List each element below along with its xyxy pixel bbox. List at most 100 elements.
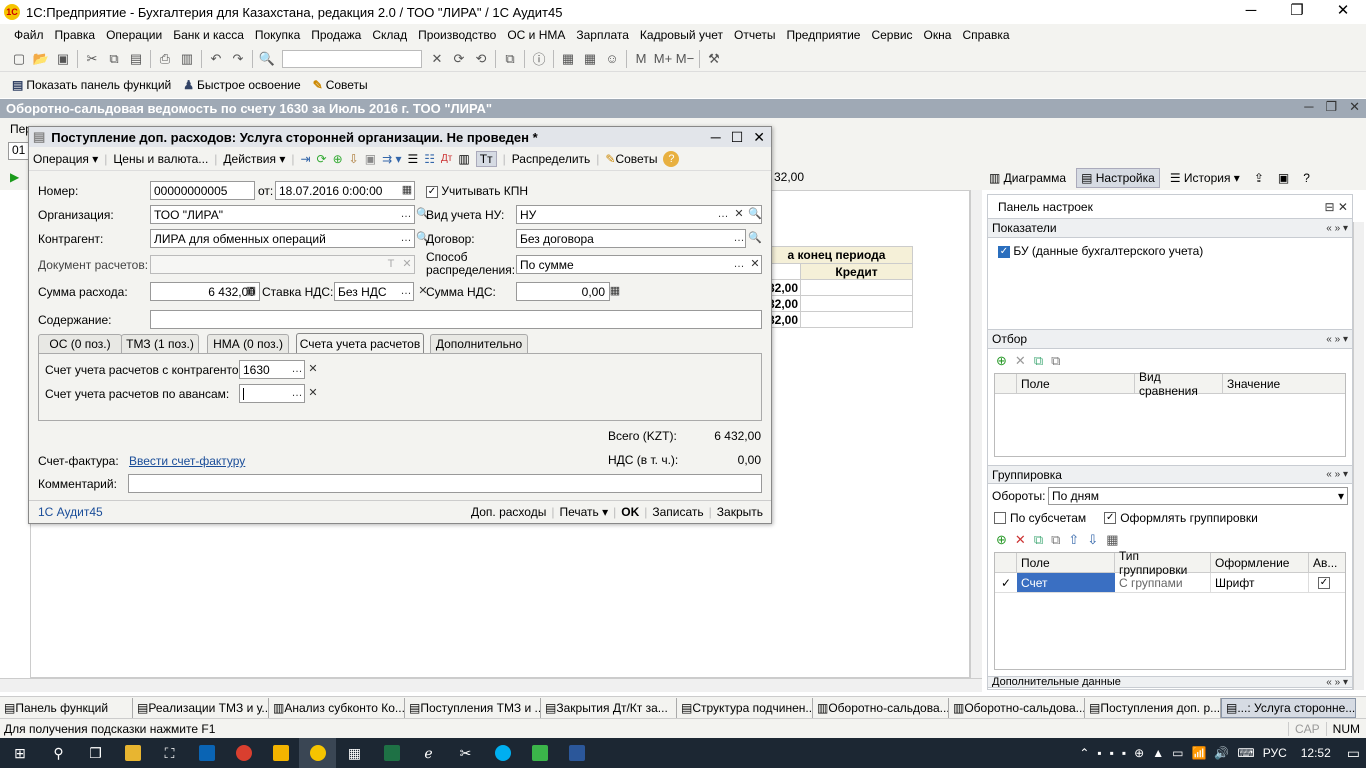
menu-hr[interactable]: Кадровый учет	[640, 28, 723, 42]
skype-icon[interactable]	[484, 738, 521, 768]
report-hscroll[interactable]	[0, 678, 982, 692]
grp-row-field[interactable]: Счет	[1017, 573, 1115, 592]
contract-field[interactable]: Без договора	[516, 229, 746, 248]
vat-sum-field[interactable]: 0,00	[516, 282, 610, 301]
tray-drive-icon[interactable]: ▲	[1152, 746, 1164, 760]
paste-icon[interactable]: ▤	[125, 48, 147, 70]
chrome-icon[interactable]	[225, 738, 262, 768]
save-report-icon[interactable]: ▣	[1274, 169, 1293, 187]
clock[interactable]: 12:52	[1301, 746, 1331, 760]
window-tab[interactable]: ▥ Оборотно-сальдова...	[949, 697, 1085, 718]
contractor-field[interactable]: ЛИРА для обменных операций	[150, 229, 415, 248]
network-icon[interactable]: 📶	[1191, 746, 1206, 760]
memory-minus-icon[interactable]: M−	[674, 48, 696, 70]
new-icon[interactable]: ▢	[8, 48, 30, 70]
window-tab[interactable]: ▤ Закрытия Дт/Кт за...	[541, 697, 677, 718]
dialog-close-button[interactable]: ✕	[753, 129, 765, 146]
cut-icon[interactable]: ✂	[81, 48, 103, 70]
delete-icon[interactable]: ✕	[1015, 532, 1026, 548]
menu-salary[interactable]: Зарплата	[576, 28, 629, 42]
vat-rate-select-button[interactable]: …	[398, 282, 414, 301]
contract-select-button[interactable]: …	[731, 229, 747, 248]
copy-icon[interactable]: ⧉	[1051, 353, 1060, 369]
show-functions-panel-button[interactable]: ▤ Показать панель функций	[12, 78, 171, 92]
1c-app-icon[interactable]	[299, 738, 336, 768]
window-tab[interactable]: ▥ Оборотно-сальдова...	[813, 697, 949, 718]
nu-clear-icon[interactable]: ✕	[731, 205, 747, 224]
period-field[interactable]: 01	[8, 142, 30, 160]
acc-contractor-select-button[interactable]: …	[289, 360, 305, 379]
nu-select-button[interactable]: …	[715, 205, 731, 224]
grp-row-type[interactable]: С группами	[1115, 573, 1211, 592]
method-select-button[interactable]: …	[731, 255, 747, 274]
settings-panel-close-icon[interactable]: ⊟ ✕	[1325, 200, 1348, 214]
actions-button[interactable]: Действия ▾	[223, 152, 285, 166]
volume-icon[interactable]: 🔊	[1214, 746, 1229, 760]
tray-plus-icon[interactable]: ⊕	[1134, 746, 1144, 760]
text-icon[interactable]: Tт	[475, 150, 497, 167]
contractor-select-button[interactable]: …	[398, 229, 414, 248]
close-button[interactable]: ✕	[1320, 0, 1366, 24]
comment-field[interactable]	[128, 474, 762, 493]
acc-contractor-clear-icon[interactable]: ✕	[305, 360, 321, 379]
close-dialog-button[interactable]: Закрыть	[717, 505, 763, 519]
menu-purchase[interactable]: Покупка	[255, 28, 300, 42]
search-icon[interactable]: ⚲	[40, 738, 77, 768]
copy-icon[interactable]: ⧉	[1051, 532, 1060, 548]
copy-icon[interactable]: ⧉	[103, 48, 125, 70]
add-icon[interactable]: ⊕	[996, 532, 1007, 548]
table-row[interactable]: ✓ Счет С группами Шрифт ✓	[995, 573, 1345, 593]
operation-button[interactable]: Операция ▾	[33, 152, 98, 166]
subaccounts-checkbox[interactable]	[994, 512, 1006, 524]
help-icon[interactable]: ?	[663, 150, 680, 167]
settlement-clear-icon[interactable]: ✕	[399, 255, 415, 274]
distribute-button[interactable]: Распределить	[512, 152, 591, 166]
snipping-icon[interactable]: ✂	[447, 738, 484, 768]
list-icon[interactable]: ☷	[424, 152, 435, 166]
date-field[interactable]: 18.07.2016 0:00:00	[275, 181, 415, 200]
calculator-icon[interactable]: ▦	[607, 282, 623, 301]
clear-search-icon[interactable]: ✕	[426, 48, 448, 70]
quick-learning-button[interactable]: ♟ Быстрое освоение	[183, 78, 300, 92]
section-nav-icon[interactable]: « » ▾	[1326, 469, 1348, 480]
start-icon[interactable]: ⊞	[0, 738, 40, 768]
menu-windows[interactable]: Окна	[924, 28, 952, 42]
move-up-icon[interactable]: ⇧	[1068, 532, 1079, 548]
report-close-button[interactable]: ✕	[1349, 99, 1360, 115]
help-icon[interactable]: ?	[1299, 169, 1314, 187]
based-on-icon[interactable]: ⇉ ▾	[382, 152, 401, 166]
fill-icon[interactable]: ⇩	[349, 152, 359, 166]
calculator-icon[interactable]: ▦	[243, 282, 259, 301]
memory-plus-icon[interactable]: M+	[652, 48, 674, 70]
task-view-icon[interactable]: ❐	[77, 738, 114, 768]
excel-icon[interactable]	[373, 738, 410, 768]
window-tab[interactable]: ▤ Структура подчинен...	[677, 697, 813, 718]
file-explorer-icon[interactable]	[114, 738, 151, 768]
search-combo[interactable]	[282, 49, 422, 68]
menu-edit[interactable]: Правка	[55, 28, 96, 42]
store-icon[interactable]: ⛶	[151, 738, 188, 768]
window-tab[interactable]: ▥ Анализ субконто Ко...	[269, 697, 405, 718]
preview-icon[interactable]: ▥	[176, 48, 198, 70]
redo-icon[interactable]: ↷	[227, 48, 249, 70]
method-field[interactable]: По сумме	[516, 255, 762, 274]
keyboard-icon[interactable]: ⌨	[1237, 746, 1254, 760]
menu-sale[interactable]: Продажа	[311, 28, 361, 42]
grp-row-format[interactable]: Шрифт	[1211, 573, 1309, 592]
section-nav-icon[interactable]: « » ▾	[1326, 223, 1348, 234]
number-field[interactable]: 00000000005	[150, 181, 255, 200]
whatsapp-icon[interactable]	[521, 738, 558, 768]
delete-icon[interactable]: ✕	[1015, 353, 1026, 369]
menu-operations[interactable]: Операции	[106, 28, 162, 42]
filter-table[interactable]: Поле Вид сравнения Значение	[994, 370, 1346, 457]
dialog-tips-button[interactable]: ✎Советы	[605, 152, 657, 166]
tray-chevron-icon[interactable]: ⌃	[1079, 746, 1089, 760]
diagram-button[interactable]: ▥ Диаграмма	[985, 169, 1070, 187]
undo-icon[interactable]: ↶	[205, 48, 227, 70]
calculator-icon[interactable]: ▦	[557, 48, 579, 70]
window-tab[interactable]: ▤ Панель функций	[0, 697, 133, 718]
generate-icon[interactable]: ▶	[10, 170, 19, 184]
save-icon[interactable]: ▣	[52, 48, 74, 70]
menu-file[interactable]: Файл	[14, 28, 44, 42]
group-icon[interactable]: ⧉	[1034, 353, 1043, 369]
